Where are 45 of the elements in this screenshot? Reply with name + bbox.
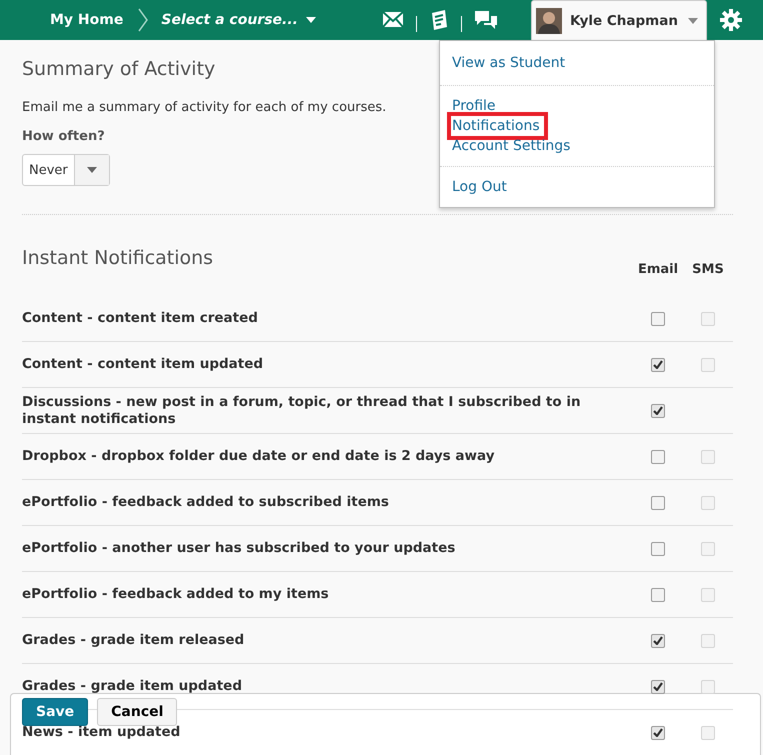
user-menu-button[interactable]: Kyle Chapman [531, 0, 707, 40]
email-checkbox[interactable] [651, 358, 665, 372]
caret-icon [688, 18, 698, 24]
email-checkbox[interactable] [651, 404, 665, 418]
notification-label: Grades - grade item updated [22, 678, 243, 695]
menu-item[interactable]: Notifications [447, 112, 548, 140]
email-checkbox[interactable] [651, 634, 665, 648]
checklist-icon[interactable] [429, 9, 449, 31]
column-header: Email [636, 262, 680, 279]
email-checkbox[interactable] [651, 588, 665, 602]
caret-icon [306, 17, 316, 23]
frequency-dropdown[interactable]: Never [22, 154, 110, 186]
cancel-button[interactable]: Cancel [97, 698, 178, 726]
notification-label: Dropbox - dropbox folder due date or end date is 2 days away [22, 448, 496, 465]
field-label: How often? [22, 129, 105, 144]
breadcrumb-chevron-icon [137, 7, 150, 33]
notification-label: Grades - grade item released [22, 632, 246, 649]
email-checkbox[interactable] [651, 542, 665, 556]
email-checkbox[interactable] [651, 450, 665, 464]
notification-label: Content - content item updated [22, 356, 264, 373]
user-name: Kyle Chapman [570, 12, 679, 28]
section-title: Instant Notifications [22, 247, 214, 271]
save-button[interactable]: Save [22, 698, 88, 726]
course-selector[interactable]: Select a course... [161, 12, 316, 28]
settings-icon[interactable] [720, 9, 742, 31]
notification-label: ePortfolio - another user has subscribed to your updates [22, 540, 456, 557]
notification-label: Content - content item created [22, 310, 259, 327]
notification-label: ePortfolio - feedback added to my items [22, 586, 330, 603]
avatar-icon [536, 8, 562, 34]
chat-bubbles-icon[interactable] [474, 9, 498, 31]
menu-item[interactable]: Log Out [447, 173, 515, 201]
email-checkbox[interactable] [651, 496, 665, 510]
description-text: Email me a summary of activity for each of my courses. [22, 100, 386, 115]
home-link[interactable]: My Home [50, 12, 124, 28]
mail-icon[interactable] [382, 10, 404, 30]
notification-label: ePortfolio - feedback added to subscribed items [22, 494, 390, 511]
email-checkbox[interactable] [651, 680, 665, 694]
email-checkbox[interactable] [651, 726, 665, 740]
menu-item[interactable]: View as Student [447, 49, 574, 77]
notification-label: News - item updated [22, 724, 182, 741]
caret-icon [86, 167, 97, 173]
section-title: Summary of Activity [22, 58, 216, 80]
email-checkbox[interactable] [651, 312, 665, 326]
notification-label: Discussions - new post in a forum, topic, or thread that I subscribed to in instant notifications [22, 394, 582, 428]
column-header: SMS [691, 262, 725, 279]
